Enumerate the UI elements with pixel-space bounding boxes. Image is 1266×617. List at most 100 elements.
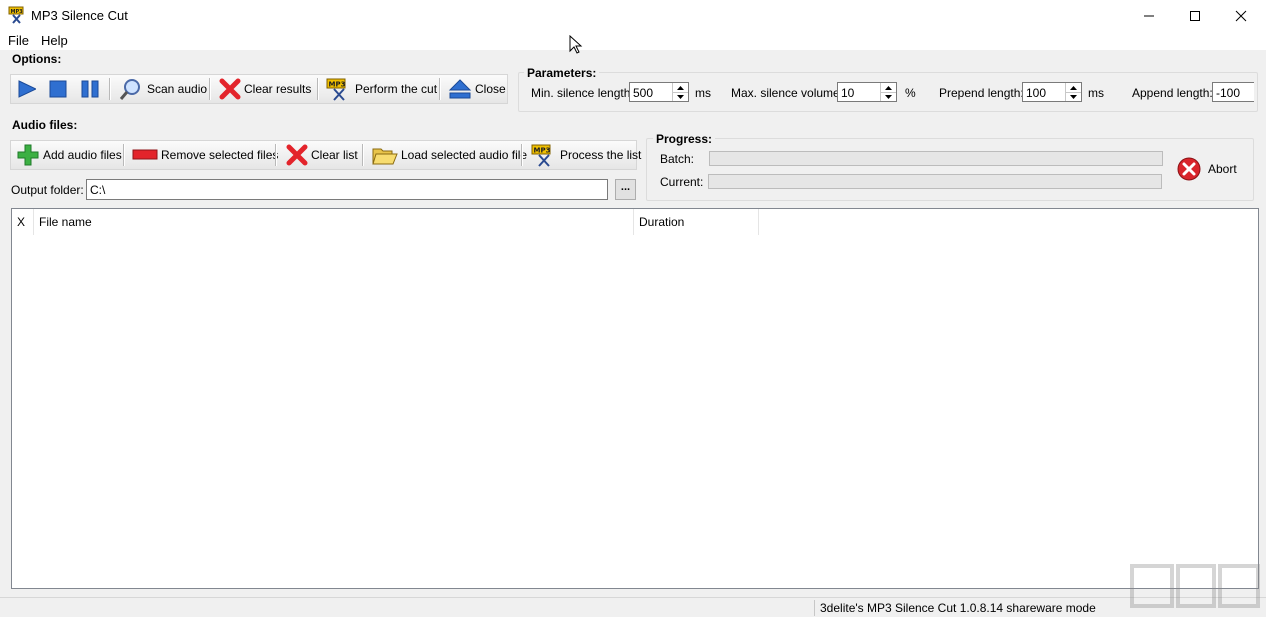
spin-down-button[interactable]: [673, 92, 688, 101]
stop-button[interactable]: [45, 75, 71, 103]
abort-button[interactable]: Abort: [1176, 154, 1237, 184]
arrow-down-icon: [1070, 94, 1077, 99]
minimize-button[interactable]: [1126, 0, 1172, 31]
load-selected-audio-file-button[interactable]: Load selected audio file: [369, 141, 530, 169]
parameters-title: Parameters:: [524, 66, 600, 80]
current-progress-bar: [708, 174, 1162, 189]
add-audio-files-button[interactable]: Add audio files: [13, 141, 125, 169]
play-icon: [18, 80, 36, 98]
scan-audio-button[interactable]: Scan audio: [115, 75, 210, 103]
window-title: MP3 Silence Cut: [31, 8, 128, 23]
load-selected-audio-file-label: Load selected audio file: [401, 148, 528, 162]
append-spinner[interactable]: -100: [1212, 82, 1254, 102]
red-x-icon: [286, 144, 308, 166]
close-icon: [1235, 10, 1247, 21]
max-volume-label: Max. silence volume:: [731, 86, 844, 100]
clear-list-label: Clear list: [311, 148, 358, 162]
maximize-button[interactable]: [1172, 0, 1218, 31]
column-header-duration[interactable]: Duration: [634, 209, 759, 235]
app-icon: MP3: [8, 6, 26, 24]
process-list-button[interactable]: MP3 Process the list: [528, 141, 644, 169]
arrow-up-icon: [885, 85, 892, 90]
current-label: Current:: [660, 175, 704, 189]
audio-files-toolbar: Add audio files Remove selected files Cl…: [10, 140, 641, 170]
watermark-logo-icon: [1130, 564, 1260, 608]
spin-down-button[interactable]: [1066, 92, 1081, 101]
abort-icon: [1177, 157, 1201, 181]
scan-audio-label: Scan audio: [147, 82, 208, 96]
perform-cut-button[interactable]: MP3 Perform the cut: [323, 75, 440, 103]
prepend-spinner[interactable]: 100: [1022, 82, 1082, 102]
min-silence-unit: ms: [695, 86, 711, 100]
stop-icon: [49, 80, 67, 98]
spin-down-button[interactable]: [881, 92, 896, 101]
menu-bar: File Help: [0, 31, 1266, 50]
pause-icon: [81, 80, 99, 98]
max-volume-unit: %: [905, 86, 916, 100]
append-label: Append length:: [1132, 86, 1213, 100]
status-divider: [814, 600, 815, 616]
pause-button[interactable]: [77, 75, 103, 103]
mp3-scissors-icon: MP3: [326, 78, 346, 101]
toolbar-separator: [521, 144, 523, 166]
status-text: 3delite's MP3 Silence Cut 1.0.8.14 share…: [820, 601, 1096, 615]
min-silence-spinner[interactable]: 500: [629, 82, 689, 102]
arrow-down-icon: [677, 94, 684, 99]
progress-title: Progress:: [653, 132, 716, 146]
audio-files-label: Audio files:: [12, 118, 78, 132]
toolbar-separator: [123, 144, 125, 166]
audio-file-list[interactable]: X File name Duration: [11, 208, 1259, 589]
menu-help[interactable]: Help: [41, 33, 68, 48]
eject-icon: [448, 79, 472, 99]
output-folder-input[interactable]: C:\: [86, 179, 608, 200]
append-value: -100: [1216, 86, 1241, 100]
magnifier-icon: [119, 79, 140, 100]
remove-icon: [132, 149, 158, 160]
menu-file[interactable]: File: [8, 33, 29, 48]
max-volume-value: 10: [841, 86, 855, 100]
remove-selected-files-button[interactable]: Remove selected files: [129, 141, 281, 169]
toolbar-separator: [209, 78, 211, 100]
column-header-file-name[interactable]: File name: [34, 209, 634, 235]
mp3-scissors-icon: MP3: [531, 144, 551, 167]
column-header-x[interactable]: X: [12, 209, 34, 235]
min-silence-label: Min. silence length:: [531, 86, 634, 100]
output-folder-value: C:\: [90, 183, 106, 197]
arrow-down-icon: [885, 94, 892, 99]
toolbar-separator: [439, 78, 441, 100]
minimize-icon: [1144, 15, 1154, 16]
browse-folder-button[interactable]: ...: [615, 179, 636, 200]
mouse-cursor-icon: [569, 35, 583, 54]
folder-open-icon: [372, 148, 398, 165]
toolbar-separator: [109, 78, 111, 100]
close-label: Close: [475, 82, 506, 96]
play-button[interactable]: [13, 75, 39, 103]
batch-progress-bar: [709, 151, 1163, 166]
abort-label: Abort: [1208, 162, 1237, 176]
close-button[interactable]: Close: [445, 75, 509, 103]
title-bar: MP3 MP3 Silence Cut: [0, 0, 1266, 31]
remove-selected-files-label: Remove selected files: [161, 148, 279, 162]
svg-text:MP3: MP3: [534, 147, 551, 155]
clear-results-button[interactable]: Clear results: [216, 75, 314, 103]
maximize-icon: [1190, 10, 1200, 21]
output-folder-label: Output folder:: [11, 183, 84, 197]
prepend-label: Prepend length:: [939, 86, 1024, 100]
red-x-icon: [219, 78, 241, 100]
prepend-unit: ms: [1088, 86, 1104, 100]
arrow-up-icon: [677, 85, 684, 90]
batch-label: Batch:: [660, 152, 695, 166]
options-label: Options:: [12, 52, 62, 66]
close-window-button[interactable]: [1218, 0, 1264, 31]
max-volume-spinner[interactable]: 10: [837, 82, 897, 102]
clear-list-button[interactable]: Clear list: [283, 141, 361, 169]
toolbar-separator: [275, 144, 277, 166]
toolbar-separator: [317, 78, 319, 100]
process-list-label: Process the list: [560, 148, 642, 162]
clear-results-label: Clear results: [244, 82, 312, 96]
progress-group: [646, 138, 1254, 201]
options-toolbar: Scan audio Clear results MP3 Perform the…: [10, 74, 508, 104]
svg-text:MP3: MP3: [329, 81, 346, 89]
status-bar: 3delite's MP3 Silence Cut 1.0.8.14 share…: [0, 597, 1266, 617]
perform-cut-label: Perform the cut: [355, 82, 438, 96]
